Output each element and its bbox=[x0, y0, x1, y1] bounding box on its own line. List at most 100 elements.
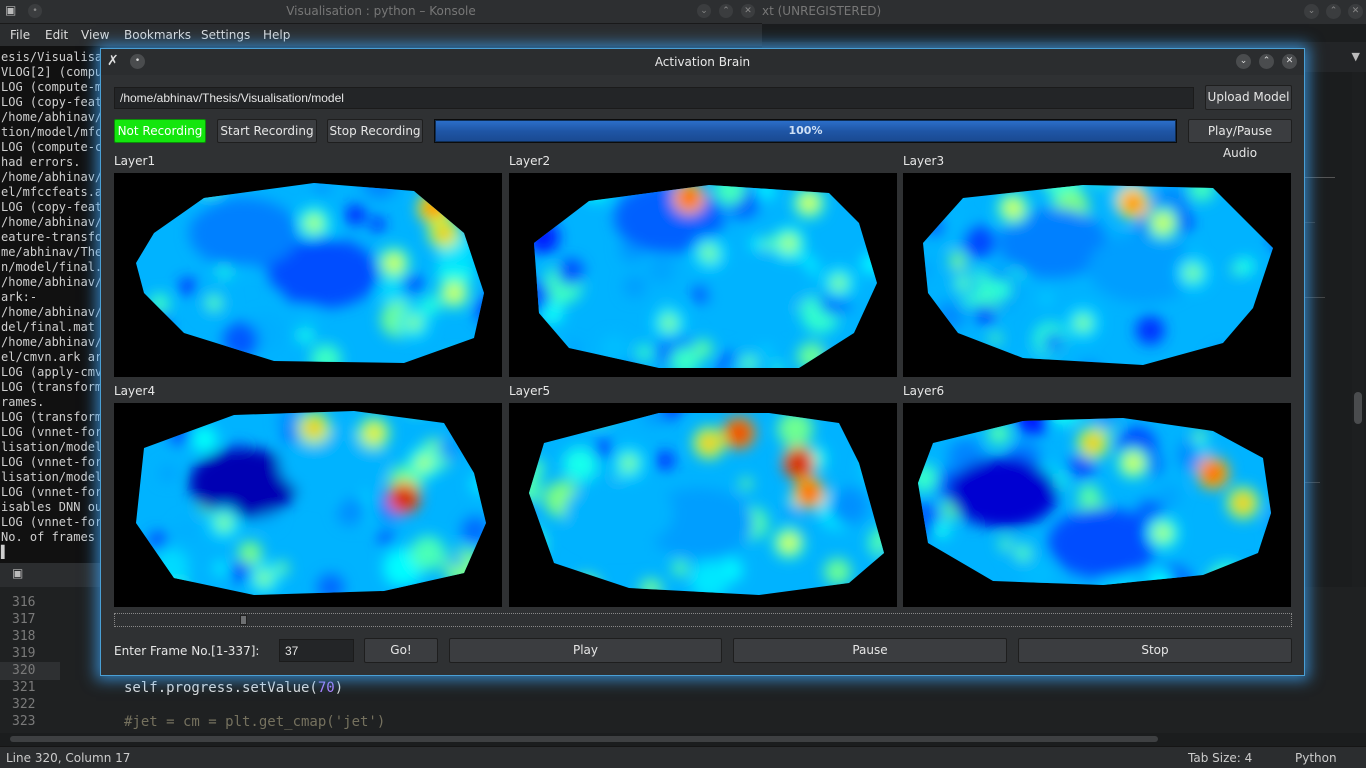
line-number: 322 bbox=[12, 697, 36, 712]
model-path-field[interactable] bbox=[114, 87, 1194, 109]
cursor-position: Line 320, Column 17 bbox=[6, 751, 131, 765]
play-pause-audio-button[interactable]: Play/Pause Audio bbox=[1188, 119, 1292, 160]
line-number: 316 bbox=[12, 595, 36, 610]
terminal-line: el/mfccfeats.a bbox=[1, 185, 100, 199]
layer5-activation-plot bbox=[509, 403, 897, 607]
frame-number-label: Enter Frame No.[1-337]: bbox=[114, 644, 260, 658]
terminal-line: /home/abhinav/ bbox=[1, 305, 100, 319]
terminal-line: me/abhinav/The bbox=[1, 245, 100, 259]
horizontal-scroll-thumb[interactable] bbox=[10, 736, 1158, 742]
line-number: 321 bbox=[12, 680, 36, 695]
terminal-line: lisation/model bbox=[1, 470, 100, 484]
maximize-icon[interactable]: ⌃ bbox=[1259, 54, 1274, 69]
menu-settings[interactable]: Settings bbox=[201, 28, 250, 42]
line-number: 320 bbox=[12, 663, 36, 678]
frame-number-input[interactable] bbox=[279, 639, 354, 662]
terminal-line: LOG (apply-cmv bbox=[1, 365, 100, 379]
line-number: 319 bbox=[12, 646, 36, 661]
menu-file[interactable]: File bbox=[10, 28, 30, 42]
activation-heatmap bbox=[136, 183, 484, 363]
terminal-line: LOG (vnnet-for bbox=[1, 515, 100, 529]
activation-heatmap bbox=[923, 185, 1273, 365]
terminal-line: eature-transfo bbox=[1, 230, 100, 244]
frame-slider-handle[interactable] bbox=[240, 615, 248, 625]
terminal-line: ▌ bbox=[1, 545, 9, 559]
stop-button[interactable]: Stop bbox=[1018, 638, 1292, 663]
layer3-label: Layer3 bbox=[903, 154, 945, 168]
sublime-close-icon[interactable]: ✕ bbox=[1348, 4, 1363, 19]
layer1-activation-plot bbox=[114, 173, 502, 377]
new-tab-icon[interactable]: ▣ bbox=[12, 566, 23, 580]
terminal-output[interactable]: esis/Visualisa VLOG[2] (compu LOG (compute… bbox=[0, 46, 100, 566]
layer4-label: Layer4 bbox=[114, 384, 156, 398]
editor-scroll-thumb[interactable] bbox=[1354, 392, 1362, 424]
terminal-line: /home/abhinav/ bbox=[1, 110, 100, 124]
syntax-mode[interactable]: Python bbox=[1295, 751, 1337, 765]
activation-heatmap bbox=[918, 418, 1271, 585]
play-button[interactable]: Play bbox=[449, 638, 722, 663]
frame-slider[interactable] bbox=[114, 613, 1292, 627]
terminal-line: /home/abhinav/ bbox=[1, 170, 100, 184]
terminal-line: had errors. bbox=[1, 155, 81, 169]
dialog-titlebar: ✗ • Activation Brain ⌄ ⌃ ✕ bbox=[101, 49, 1304, 75]
menu-bookmarks[interactable]: Bookmarks bbox=[124, 28, 191, 42]
terminal-line: LOG (copy-feat bbox=[1, 95, 100, 109]
line-number: 317 bbox=[12, 612, 36, 627]
terminal-line: /home/abhinav/ bbox=[1, 335, 100, 349]
terminal-line: rames. bbox=[1, 395, 45, 409]
line-number: 323 bbox=[12, 714, 36, 729]
terminal-line: n/model/final. bbox=[1, 260, 100, 274]
tab-size[interactable]: Tab Size: 4 bbox=[1188, 751, 1252, 765]
terminal-line: LOG (compute-m bbox=[1, 80, 100, 94]
progress-text: 100% bbox=[788, 124, 823, 137]
terminal-line: LOG (vnnet-for bbox=[1, 485, 100, 499]
terminal-line: LOG (transform bbox=[1, 410, 100, 424]
sublime-title: xt (UNREGISTERED) bbox=[762, 4, 882, 18]
terminal-line: LOG (transform bbox=[1, 380, 100, 394]
konsole-tabbar: ▣ bbox=[0, 563, 100, 587]
terminal-line: /home/abhinav/ bbox=[1, 215, 100, 229]
terminal-line: VLOG[2] (compu bbox=[1, 65, 100, 79]
start-recording-button[interactable]: Start Recording bbox=[217, 119, 317, 143]
code-line-321: self.progress.setValue(70) bbox=[124, 680, 344, 696]
go-button[interactable]: Go! bbox=[364, 638, 438, 663]
activation-heatmap bbox=[534, 185, 877, 368]
layer2-activation-plot bbox=[509, 173, 897, 377]
konsole-menubar: File Edit View Bookmarks Settings Help bbox=[0, 24, 762, 46]
close-icon[interactable]: ✕ bbox=[1282, 54, 1297, 69]
line-number: 318 bbox=[12, 629, 36, 644]
terminal-line: LOG (vnnet-for bbox=[1, 425, 100, 439]
close-icon[interactable]: ✕ bbox=[741, 4, 755, 18]
sublime-maximize-icon[interactable]: ⌃ bbox=[1326, 4, 1341, 19]
horizontal-scrollbar[interactable] bbox=[0, 733, 1366, 745]
terminal-line: /home/abhinav/ bbox=[1, 275, 100, 289]
konsole-title: Visualisation : python – Konsole bbox=[286, 4, 476, 18]
activation-brain-window: ✗ • Activation Brain ⌄ ⌃ ✕ Upload Model … bbox=[100, 48, 1305, 676]
progress-bar: 100% bbox=[434, 119, 1177, 143]
terminal-line: LOG (compute-c bbox=[1, 140, 100, 154]
minimize-icon[interactable]: ⌄ bbox=[697, 4, 711, 18]
status-bar: Line 320, Column 17 Tab Size: 4 Python bbox=[0, 746, 1366, 768]
menu-edit[interactable]: Edit bbox=[45, 28, 68, 42]
terminal-line: esis/Visualisa bbox=[1, 50, 100, 64]
terminal-line: tion/model/mfc bbox=[1, 125, 100, 139]
layer6-label: Layer6 bbox=[903, 384, 945, 398]
maximize-icon[interactable]: ⌃ bbox=[719, 4, 733, 18]
menu-help[interactable]: Help bbox=[263, 28, 290, 42]
tab-dropdown-icon[interactable]: ▼ bbox=[1352, 50, 1360, 63]
dialog-title: Activation Brain bbox=[654, 55, 751, 69]
recording-status-indicator: Not Recording bbox=[114, 119, 206, 143]
terminal-line: LOG (vnnet-for bbox=[1, 455, 100, 469]
menu-view[interactable]: View bbox=[81, 28, 109, 42]
sublime-titlebar: xt (UNREGISTERED) ⌄ ⌃ ✕ bbox=[762, 0, 1366, 24]
sublime-minimize-icon[interactable]: ⌄ bbox=[1304, 4, 1319, 19]
layer5-label: Layer5 bbox=[509, 384, 551, 398]
minimize-icon[interactable]: ⌄ bbox=[1236, 54, 1251, 69]
pause-button[interactable]: Pause bbox=[733, 638, 1007, 663]
terminal-line: LOG (copy-feat bbox=[1, 200, 100, 214]
stop-recording-button[interactable]: Stop Recording bbox=[327, 119, 423, 143]
upload-model-button[interactable]: Upload Model bbox=[1205, 85, 1292, 110]
layer3-activation-plot bbox=[903, 173, 1291, 377]
activation-heatmap bbox=[529, 413, 884, 595]
terminal-line: lisation/model bbox=[1, 440, 100, 454]
